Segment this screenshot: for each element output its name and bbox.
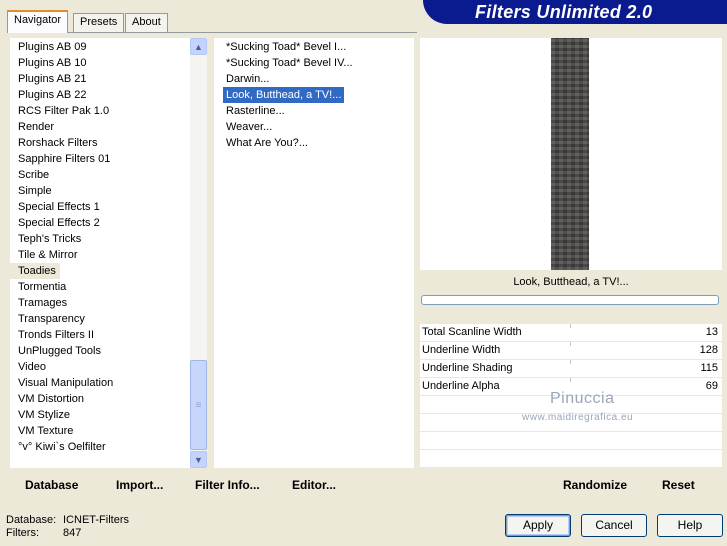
apply-button[interactable]: Apply bbox=[505, 514, 571, 537]
tab-presets[interactable]: Presets bbox=[73, 13, 125, 32]
scroll-up-button[interactable]: ▲ bbox=[190, 38, 207, 55]
filter-item[interactable]: *Sucking Toad* Bevel I... bbox=[223, 39, 349, 55]
category-item[interactable]: Rorshack Filters bbox=[10, 135, 101, 151]
preview-image bbox=[551, 38, 589, 270]
watermark-site: www.maidiregrafica.eu bbox=[522, 412, 634, 423]
cancel-button[interactable]: Cancel bbox=[581, 514, 647, 537]
reset-button[interactable]: Reset bbox=[662, 478, 695, 492]
filter-info-button[interactable]: Filter Info... bbox=[195, 478, 260, 492]
filter-item[interactable]: *Sucking Toad* Bevel IV... bbox=[223, 55, 356, 71]
chevron-up-icon: ▲ bbox=[194, 41, 203, 52]
filter-item[interactable]: Look, Butthead, a TV!... bbox=[223, 87, 345, 103]
param-label: Underline Alpha bbox=[422, 380, 500, 392]
category-item[interactable]: Plugins AB 10 bbox=[10, 55, 91, 71]
category-item[interactable]: Render bbox=[10, 119, 58, 135]
filter-item[interactable]: Weaver... bbox=[223, 119, 275, 135]
tab-divider bbox=[7, 32, 417, 33]
database-button[interactable]: Database bbox=[25, 478, 78, 492]
app-title: Filters Unlimited 2.0 bbox=[475, 2, 653, 22]
tab-navigator[interactable]: Navigator bbox=[7, 10, 69, 33]
chevron-down-icon: ▼ bbox=[194, 454, 203, 465]
category-item[interactable]: Tronds Filters II bbox=[10, 327, 98, 343]
filters-count: 847 bbox=[63, 527, 82, 539]
slider-tick bbox=[570, 324, 571, 328]
category-item[interactable]: Sapphire Filters 01 bbox=[10, 151, 114, 167]
randomize-button[interactable]: Randomize bbox=[563, 478, 627, 492]
slider-tick bbox=[570, 342, 571, 346]
category-item[interactable]: VM Stylize bbox=[10, 407, 74, 423]
slider-tick bbox=[570, 360, 571, 364]
param-row-empty bbox=[420, 450, 722, 468]
category-item[interactable]: Tramages bbox=[10, 295, 71, 311]
filter-item[interactable]: What Are You?... bbox=[223, 135, 311, 151]
editor-button[interactable]: Editor... bbox=[292, 478, 336, 492]
slider-tick bbox=[570, 378, 571, 382]
category-item[interactable]: Plugins AB 21 bbox=[10, 71, 91, 87]
param-value[interactable]: 69 bbox=[706, 380, 718, 392]
param-row-empty bbox=[420, 432, 722, 450]
param-row[interactable]: Underline Width 128 bbox=[420, 342, 722, 360]
category-item[interactable]: Tile & Mirror bbox=[10, 247, 81, 263]
category-item[interactable]: Tormentia bbox=[10, 279, 70, 295]
filter-item[interactable]: Rasterline... bbox=[223, 103, 288, 119]
category-item[interactable]: Plugins AB 09 bbox=[10, 39, 91, 55]
category-item[interactable]: Plugins AB 22 bbox=[10, 87, 91, 103]
category-item[interactable]: RCS Filter Pak 1.0 bbox=[10, 103, 113, 119]
watermark-name: Pinuccia bbox=[550, 390, 615, 407]
help-button[interactable]: Help bbox=[657, 514, 723, 537]
tab-about[interactable]: About bbox=[125, 13, 168, 32]
category-item[interactable]: UnPlugged Tools bbox=[10, 343, 105, 359]
category-item[interactable]: Toadies bbox=[10, 263, 60, 279]
category-item[interactable]: VM Distortion bbox=[10, 391, 88, 407]
category-scrollbar[interactable]: ▲ ≡ ▼ bbox=[190, 38, 207, 468]
param-value[interactable]: 13 bbox=[706, 326, 718, 338]
database-label: Database: bbox=[6, 514, 57, 526]
category-list[interactable]: Plugins AB 09 Plugins AB 10 Plugins AB 21 P… bbox=[10, 38, 207, 468]
param-row[interactable]: Underline Shading 115 bbox=[420, 360, 722, 378]
param-row[interactable]: Total Scanline Width 13 bbox=[420, 324, 722, 342]
filter-item[interactable]: Darwin... bbox=[223, 71, 272, 87]
database-value: ICNET-Filters bbox=[63, 514, 129, 526]
param-label: Underline Width bbox=[422, 344, 501, 356]
category-item[interactable]: Special Effects 1 bbox=[10, 199, 104, 215]
import-button[interactable]: Import... bbox=[116, 478, 163, 492]
filter-list[interactable]: *Sucking Toad* Bevel I... *Sucking Toad* … bbox=[214, 38, 414, 468]
category-item[interactable]: VM Texture bbox=[10, 423, 77, 439]
progress-bar bbox=[421, 295, 719, 305]
scroll-thumb[interactable]: ≡ bbox=[190, 360, 207, 450]
category-item[interactable]: Video bbox=[10, 359, 50, 375]
param-value[interactable]: 128 bbox=[700, 344, 718, 356]
category-item[interactable]: Transparency bbox=[10, 311, 89, 327]
param-value[interactable]: 115 bbox=[700, 362, 718, 374]
category-item[interactable]: Teph's Tricks bbox=[10, 231, 85, 247]
param-label: Total Scanline Width bbox=[422, 326, 522, 338]
category-item[interactable]: Visual Manipulation bbox=[10, 375, 117, 391]
filters-label: Filters: bbox=[6, 527, 39, 539]
category-item[interactable]: Scribe bbox=[10, 167, 53, 183]
app-banner: Filters Unlimited 2.0 bbox=[423, 0, 727, 24]
category-item[interactable]: °v° Kiwi`s Oelfilter bbox=[10, 439, 110, 455]
category-item[interactable]: Special Effects 2 bbox=[10, 215, 104, 231]
scroll-down-button[interactable]: ▼ bbox=[190, 451, 207, 468]
param-label: Underline Shading bbox=[422, 362, 513, 374]
grip-icon: ≡ bbox=[195, 399, 202, 411]
category-item[interactable]: Simple bbox=[10, 183, 56, 199]
preview-title: Look, Butthead, a TV!... bbox=[420, 270, 722, 294]
